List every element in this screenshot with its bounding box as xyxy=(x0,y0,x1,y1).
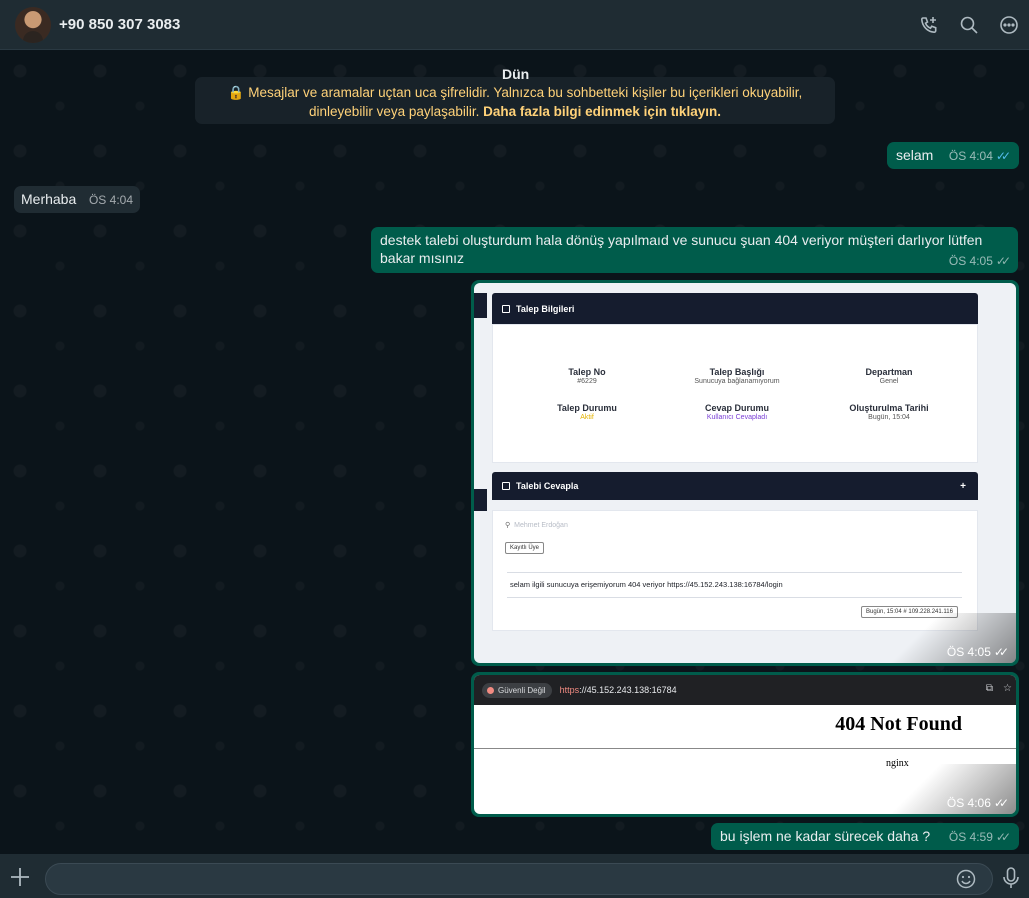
security-label: Güvenli Değil xyxy=(498,685,546,695)
error-title: 404 Not Found xyxy=(835,713,962,735)
emoji-icon[interactable] xyxy=(956,869,976,889)
image-message[interactable]: Talep Bilgileri Talep No #6229 Talep Baş… xyxy=(471,280,1019,666)
ticket-info-body: Talep No #6229 Talep Başlığı Sunucuya ba… xyxy=(492,324,978,463)
message-time: ÖS 4:59 xyxy=(948,829,993,844)
reply-message: selam ilgili sunucuya erişemiyorum 404 v… xyxy=(510,580,783,589)
reply-user: ⚲ Mehmet Erdoğan xyxy=(505,521,568,530)
message-text: selam xyxy=(896,147,934,163)
delivered-ticks-icon: ✓✓ xyxy=(995,829,1011,844)
browser-address-bar: Güvenli Değil https://45.152.243.138:167… xyxy=(474,675,1016,705)
message-bubble-outgoing[interactable]: destek talebi oluşturdum hala dönüş yapı… xyxy=(371,227,1018,273)
message-bubble-incoming[interactable]: Merhaba ÖS 4:04 xyxy=(14,186,140,213)
delivered-ticks-icon: ✓✓ xyxy=(995,254,1011,268)
message-meta: ÖS 4:04 ✓✓ xyxy=(948,146,1011,165)
user-icon: ⚲ xyxy=(505,522,511,529)
chat-header: +90 850 307 3083 xyxy=(0,0,1029,50)
message-list[interactable]: 🔒 Mesajlar ve aramalar uçtan uca şifreli… xyxy=(0,51,1029,854)
warning-icon xyxy=(487,686,494,694)
day-separator: Dün xyxy=(502,66,530,82)
search-icon[interactable] xyxy=(949,0,989,50)
card-icon xyxy=(502,304,510,313)
add-call-icon[interactable] xyxy=(909,0,949,50)
expand-icon: + xyxy=(960,480,966,492)
divider xyxy=(507,572,962,573)
translate-icon: ⧉ xyxy=(985,683,994,694)
message-time: ÖS 4:05 xyxy=(946,645,991,659)
message-time: ÖS 4:04 xyxy=(88,192,133,207)
message-meta: ÖS 4:06 ✓✓ xyxy=(946,796,1009,810)
reply-title: Talebi Cevapla xyxy=(516,481,579,491)
divider xyxy=(474,748,1016,749)
message-meta: ÖS 4:59 ✓✓ xyxy=(948,827,1011,846)
attach-plus-icon[interactable] xyxy=(9,866,31,888)
security-chip: Güvenli Değil xyxy=(482,682,552,698)
encryption-learn-more-link[interactable]: Daha fazla bilgi edinmek için tıklayın. xyxy=(483,104,721,119)
message-input[interactable] xyxy=(45,863,993,895)
microphone-icon[interactable] xyxy=(1000,866,1022,890)
bookmark-star-icon: ☆ xyxy=(1003,683,1012,694)
message-meta: ÖS 4:05 ✓✓ xyxy=(948,252,1011,270)
divider xyxy=(507,597,962,598)
screenshot-sidebar-stub xyxy=(474,293,487,318)
member-badge: Kayıtlı Üye xyxy=(505,542,545,554)
field-created-date: Oluşturulma Tarihi Bugün, 15:04 xyxy=(849,403,929,421)
message-text: destek talebi oluşturdum hala dönüş yapı… xyxy=(380,232,983,266)
field-ticket-status: Talep Durumu Aktif xyxy=(557,403,617,421)
composer xyxy=(0,854,1029,898)
screenshot-sidebar-stub xyxy=(474,489,487,511)
browser-screenshot[interactable]: Güvenli Değil https://45.152.243.138:167… xyxy=(474,675,1016,814)
message-time: ÖS 4:06 xyxy=(946,796,991,810)
reply-user-name: Mehmet Erdoğan xyxy=(514,521,568,529)
address-url: https://45.152.243.138:16784 xyxy=(559,685,677,695)
reply-header: Talebi Cevapla + xyxy=(492,472,978,500)
message-meta: ÖS 4:05 ✓✓ xyxy=(946,645,1009,659)
delivered-ticks-icon: ✓✓ xyxy=(993,645,1009,659)
message-text: Merhaba xyxy=(21,191,77,207)
ticket-info-header: Talep Bilgileri xyxy=(492,293,978,324)
field-ticket-no: Talep No #6229 xyxy=(568,367,606,385)
field-department: Departman Genel xyxy=(865,367,913,385)
ticket-screenshot[interactable]: Talep Bilgileri Talep No #6229 Talep Baş… xyxy=(474,283,1016,663)
card-icon xyxy=(502,482,510,490)
message-bubble-outgoing[interactable]: selam ÖS 4:04 ✓✓ xyxy=(887,142,1019,169)
message-text: bu işlem ne kadar sürecek daha ? xyxy=(720,828,931,844)
more-options-icon[interactable] xyxy=(989,0,1029,50)
lock-icon: 🔒 xyxy=(227,85,245,100)
ticket-info-title: Talep Bilgileri xyxy=(516,303,575,314)
browser-toolbar-icons: ⧉ ☆ xyxy=(986,683,1012,694)
message-time: ÖS 4:05 xyxy=(948,254,993,268)
message-bubble-outgoing[interactable]: bu işlem ne kadar sürecek daha ? ÖS 4:59… xyxy=(711,823,1019,850)
read-ticks-icon: ✓✓ xyxy=(995,148,1011,163)
delivered-ticks-icon: ✓✓ xyxy=(993,796,1009,810)
field-reply-status: Cevap Durumu Kullanıcı Cevapladı xyxy=(704,403,769,421)
contact-avatar[interactable] xyxy=(15,6,51,43)
field-ticket-title: Talep Başlığı Sunucuya bağlanamıyorum xyxy=(694,367,780,385)
image-message[interactable]: Güvenli Değil https://45.152.243.138:167… xyxy=(471,672,1019,817)
message-time: ÖS 4:04 xyxy=(948,148,993,163)
contact-name[interactable]: +90 850 307 3083 xyxy=(59,16,180,33)
header-actions xyxy=(909,0,1029,50)
